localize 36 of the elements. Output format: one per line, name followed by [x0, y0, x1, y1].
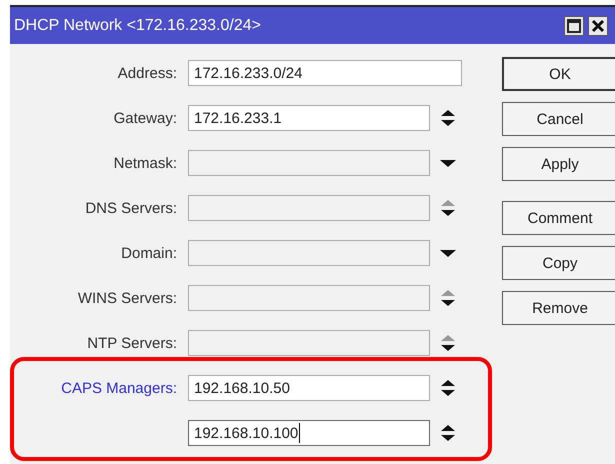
- input-field[interactable]: [188, 195, 430, 221]
- input-field[interactable]: 192.168.10.100: [188, 420, 430, 446]
- dropdown-icon[interactable]: [440, 158, 456, 168]
- input-field[interactable]: [188, 240, 430, 266]
- input-field[interactable]: 172.16.233.0/24: [188, 60, 462, 86]
- spinner-icon[interactable]: [440, 109, 456, 127]
- dialog-button[interactable]: Remove: [502, 291, 615, 325]
- field-label: DNS Servers:: [84, 200, 177, 216]
- input-field[interactable]: [188, 330, 430, 356]
- field-label: Gateway:: [112, 110, 177, 126]
- input-field[interactable]: [188, 150, 430, 176]
- dialog-button[interactable]: Apply: [502, 147, 615, 181]
- field-label: Domain:: [120, 244, 177, 262]
- maximize-button[interactable]: [564, 16, 584, 36]
- field-label: Netmask:: [112, 154, 177, 172]
- field-label: Address:: [116, 64, 177, 82]
- spinner-icon[interactable]: [440, 379, 456, 397]
- dialog-button[interactable]: Comment: [502, 201, 615, 235]
- dropdown-icon[interactable]: [440, 248, 456, 258]
- dialog-button[interactable]: Copy: [502, 246, 615, 280]
- input-field[interactable]: 192.168.10.50: [188, 375, 430, 401]
- close-icon: [591, 18, 605, 32]
- maximize-icon: [567, 18, 581, 32]
- spinner-icon[interactable]: [440, 289, 456, 307]
- spinner-icon[interactable]: [440, 424, 456, 442]
- close-button[interactable]: [588, 16, 608, 36]
- input-field[interactable]: 172.16.233.1: [188, 105, 430, 131]
- window-title: DHCP Network <172.16.233.0/24>: [14, 16, 262, 34]
- input-field[interactable]: [188, 285, 430, 311]
- dialog-button[interactable]: Cancel: [502, 102, 615, 136]
- spinner-icon[interactable]: [440, 334, 456, 352]
- spinner-icon[interactable]: [440, 199, 456, 217]
- field-label: CAPS Managers:: [60, 380, 177, 396]
- field-label: WINS Servers:: [76, 290, 177, 306]
- dialog-button[interactable]: OK: [502, 57, 615, 91]
- field-label: NTP Servers:: [86, 334, 177, 352]
